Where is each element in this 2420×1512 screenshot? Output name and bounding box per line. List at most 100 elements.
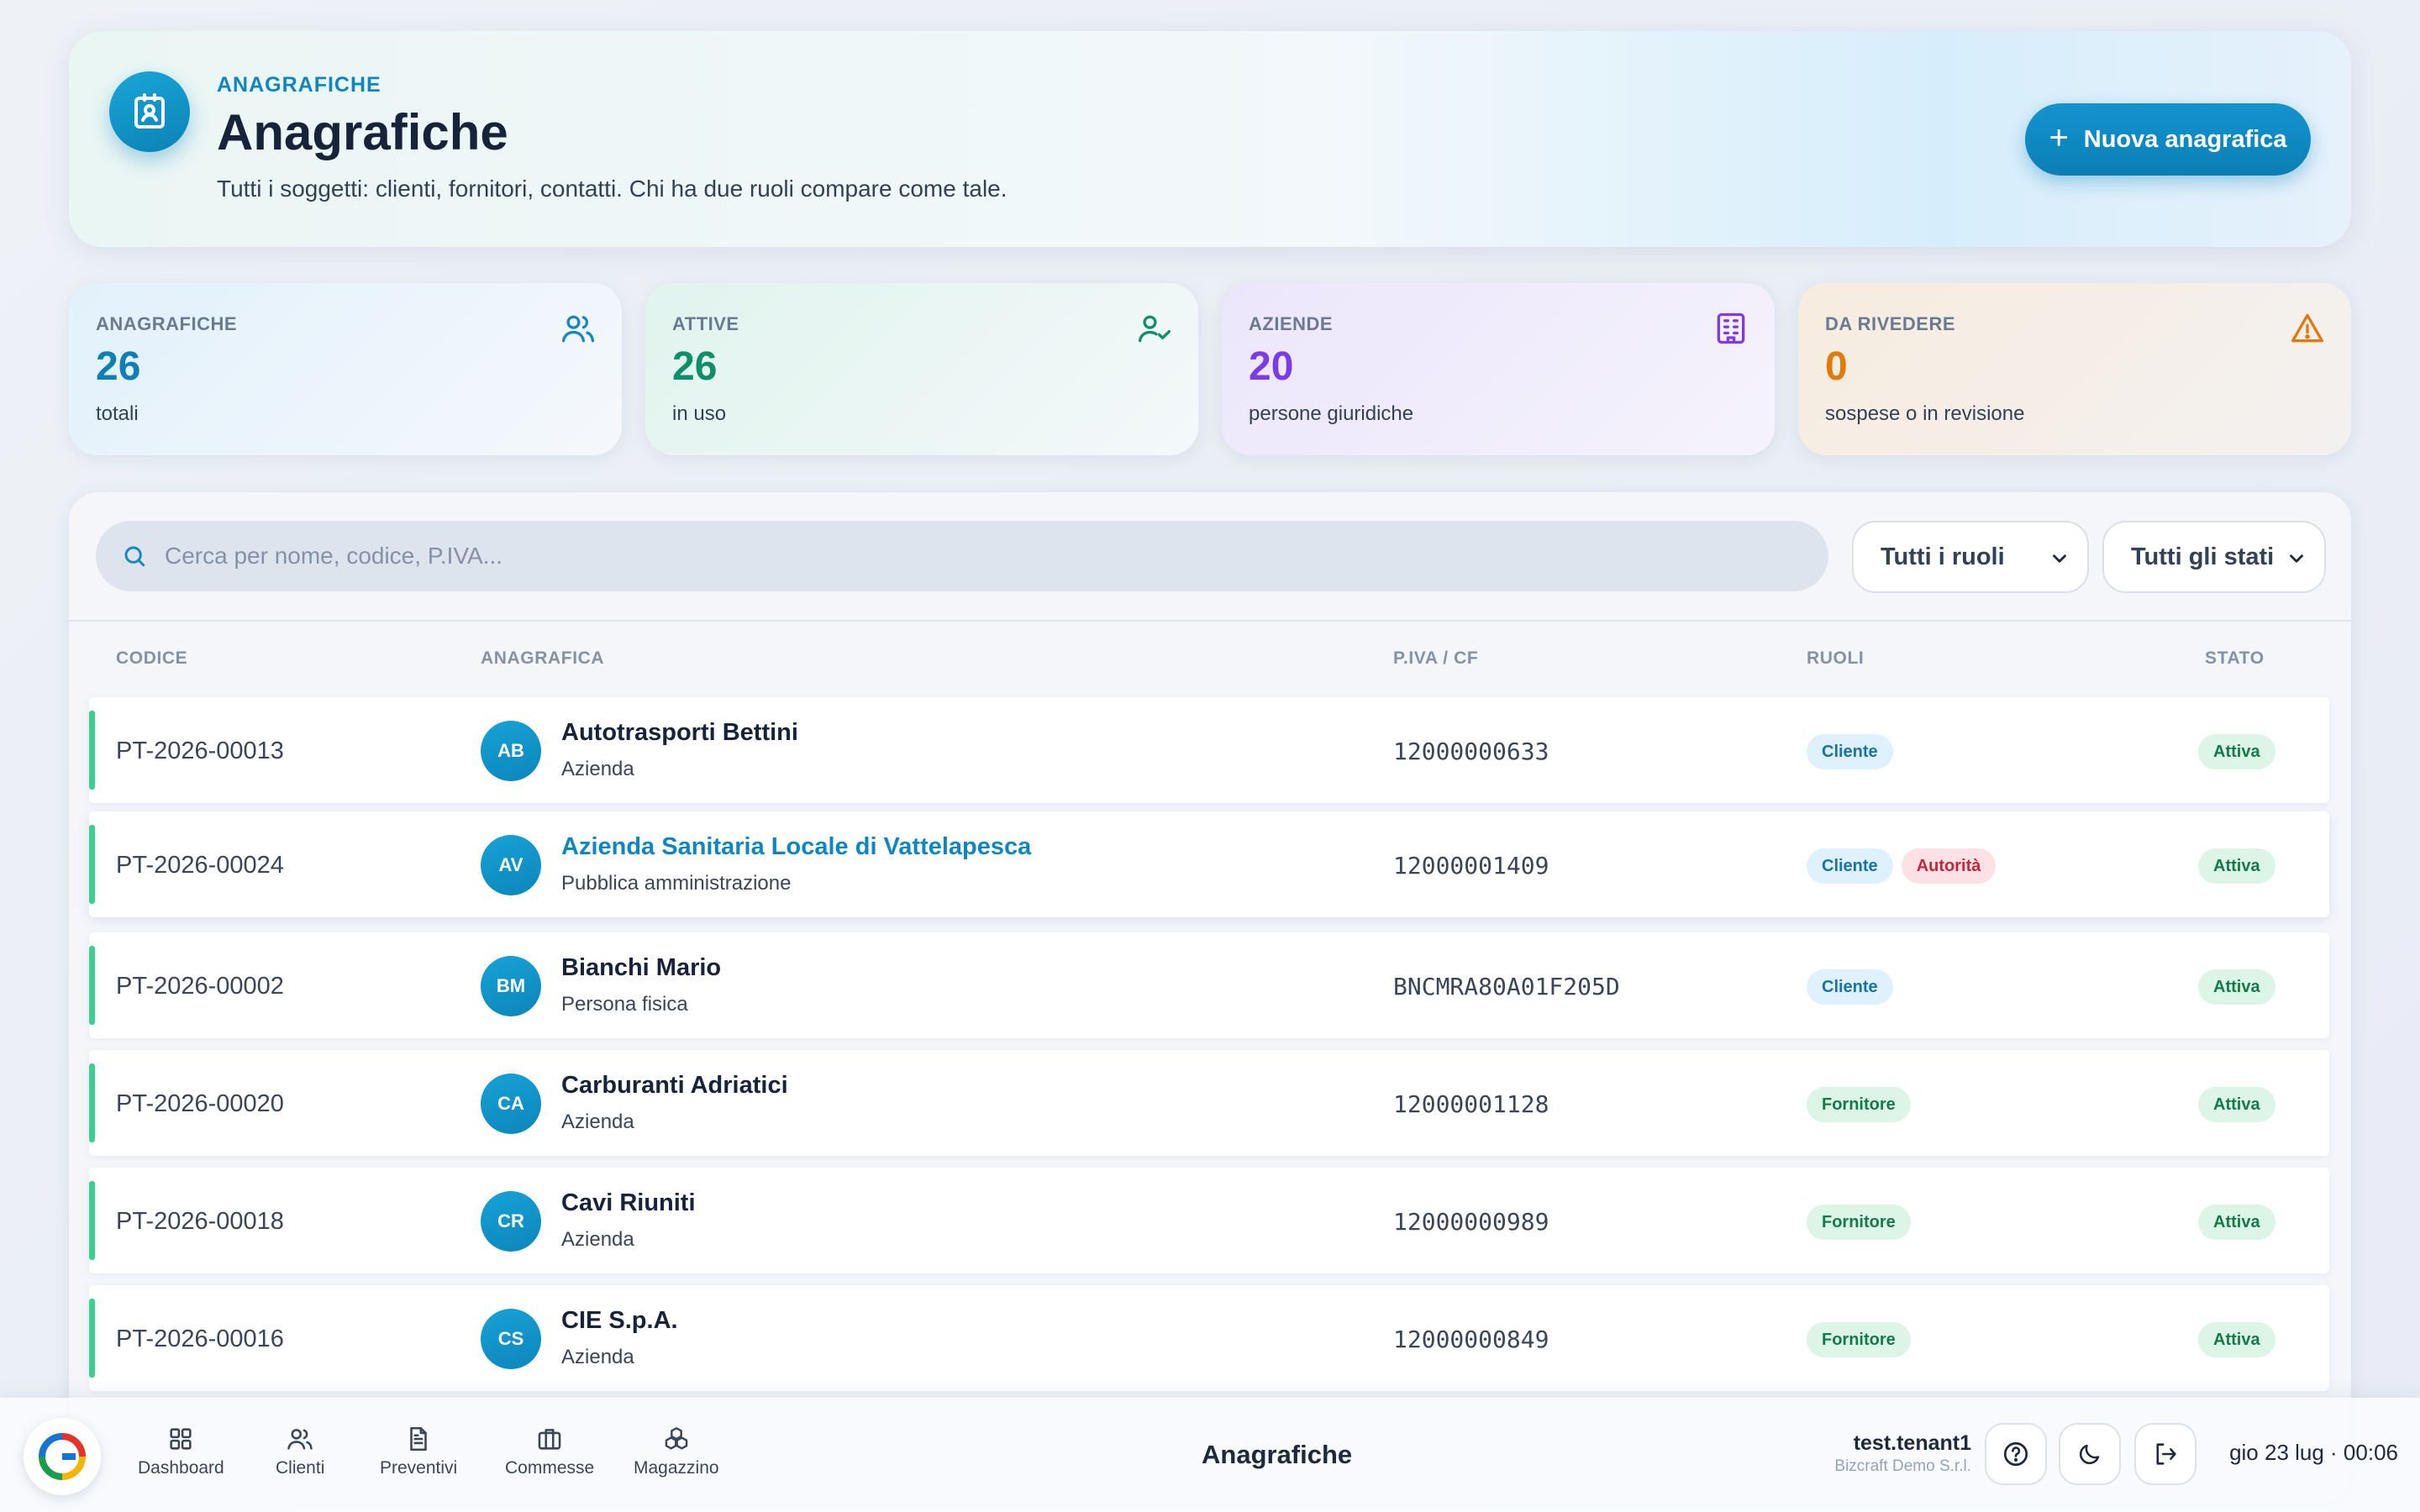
stat-card-da-rivedere: DA RIVEDERE 0 sospese o in revisione xyxy=(1798,283,2351,455)
theme-toggle-button[interactable] xyxy=(2059,1423,2121,1485)
warning-icon xyxy=(2291,313,2324,343)
role-badge: Fornitore xyxy=(1807,1322,1911,1357)
status-filter-select[interactable]: Tutti gli stati xyxy=(2102,521,2326,593)
app-logo[interactable] xyxy=(24,1418,101,1495)
table-row[interactable]: PT-2026-00020 CA Carburanti Adriatici Az… xyxy=(89,1050,2329,1156)
column-header-stato[interactable]: STATO xyxy=(2205,648,2265,669)
help-icon xyxy=(2003,1441,2028,1467)
status-badge: Attiva xyxy=(2198,734,2275,769)
logout-icon xyxy=(2156,1443,2176,1465)
table-row[interactable]: PT-2026-00002 BM Bianchi Mario Persona f… xyxy=(89,932,2329,1038)
row-name[interactable]: Carburanti Adriatici xyxy=(561,1072,788,1100)
column-header-anagrafica[interactable]: ANAGRAFICA xyxy=(481,648,604,669)
status-indicator xyxy=(89,825,95,904)
chevron-down-icon xyxy=(2290,554,2303,563)
role-badge: Cliente xyxy=(1807,969,1893,1005)
users-icon xyxy=(287,1429,313,1450)
nav-label: Dashboard xyxy=(138,1458,224,1478)
row-piva: BNCMRA80A01F205D xyxy=(1393,973,1620,1000)
avatar: CR xyxy=(481,1191,541,1252)
stat-label: AZIENDE xyxy=(1249,313,1334,334)
status-badge: Attiva xyxy=(2198,848,2275,884)
stat-value: 0 xyxy=(1825,344,1848,389)
building-icon xyxy=(1717,312,1745,344)
role-badge: Cliente xyxy=(1807,848,1893,884)
moon-icon xyxy=(2079,1444,2100,1465)
nav-label: Preventivi xyxy=(380,1458,458,1478)
row-name[interactable]: CIE S.p.A. xyxy=(561,1307,678,1335)
stat-label: DA RIVEDERE xyxy=(1825,313,1956,334)
row-type: Azienda xyxy=(561,758,634,780)
contact-card-icon xyxy=(109,71,190,152)
row-name[interactable]: Azienda Sanitaria Locale di Vattelapesca xyxy=(561,833,1031,861)
stat-card-attive: ATTIVE 26 in uso xyxy=(645,283,1198,455)
row-type: Pubblica amministrazione xyxy=(561,872,792,895)
avatar: BM xyxy=(481,956,541,1016)
role-badge: Fornitore xyxy=(1807,1205,1911,1240)
status-indicator xyxy=(89,1063,95,1142)
row-name[interactable]: Cavi Riuniti xyxy=(561,1189,696,1217)
new-anagrafica-button[interactable]: + Nuova anagrafica xyxy=(2025,103,2311,176)
boxes-icon xyxy=(665,1427,688,1450)
app-logo-icon xyxy=(39,1433,86,1480)
new-anagrafica-label: Nuova anagrafica xyxy=(2083,125,2287,153)
document-icon xyxy=(410,1426,427,1452)
status-badge: Attiva xyxy=(2198,1322,2275,1357)
status-badge: Attiva xyxy=(2198,1205,2275,1240)
nav-commesse[interactable]: Commesse xyxy=(505,1425,594,1478)
row-code: PT-2026-00018 xyxy=(116,1208,284,1235)
briefcase-icon xyxy=(538,1429,561,1450)
search-bar[interactable] xyxy=(96,521,1828,591)
user-check-icon xyxy=(1138,315,1171,343)
table-row[interactable]: PT-2026-00024 AV Azienda Sanitaria Local… xyxy=(89,811,2329,917)
table-row[interactable]: PT-2026-00013 AB Autotrasporti Bettini A… xyxy=(89,697,2329,803)
status-badge: Attiva xyxy=(2198,1087,2275,1122)
row-name[interactable]: Bianchi Mario xyxy=(561,954,721,982)
row-code: PT-2026-00020 xyxy=(116,1090,284,1117)
page-title: Anagrafiche xyxy=(217,104,508,160)
stat-value: 20 xyxy=(1249,344,1294,389)
nav-label: Commesse xyxy=(505,1458,595,1478)
table-row[interactable]: PT-2026-00018 CR Cavi Riuniti Azienda 12… xyxy=(89,1168,2329,1273)
row-code: PT-2026-00002 xyxy=(116,973,284,1000)
row-type: Azienda xyxy=(561,1228,634,1251)
nav-magazzino[interactable]: Magazzino xyxy=(634,1425,719,1478)
chevron-down-icon xyxy=(2053,554,2066,563)
datetime: gio 23 lug · 00:06 xyxy=(2229,1440,2398,1465)
search-input[interactable] xyxy=(165,543,1761,570)
row-name[interactable]: Autotrasporti Bettini xyxy=(561,719,798,747)
plus-icon: + xyxy=(2049,119,2069,156)
stat-label: ATTIVE xyxy=(672,313,739,334)
stat-card-aziende: AZIENDE 20 persone giuridiche xyxy=(1222,283,1775,455)
row-code: PT-2026-00013 xyxy=(116,738,284,764)
row-code: PT-2026-00024 xyxy=(116,852,284,879)
user-info[interactable]: test.tenant1 Bizcraft Demo S.r.l. xyxy=(1834,1431,1971,1476)
column-header-ruoli[interactable]: RUOLI xyxy=(1807,648,1864,669)
nav-dashboard[interactable]: Dashboard xyxy=(138,1425,224,1478)
bottom-navigation-bar: Dashboard Clienti Preventivi Commesse Ma… xyxy=(0,1398,2420,1512)
nav-clienti[interactable]: Clienti xyxy=(276,1425,324,1478)
status-indicator xyxy=(89,711,95,790)
dashboard-icon xyxy=(170,1428,192,1450)
stat-caption: totali xyxy=(96,402,139,425)
column-header-piva[interactable]: P.IVA / CF xyxy=(1393,648,1478,669)
logout-button[interactable] xyxy=(2134,1423,2196,1485)
row-code: PT-2026-00016 xyxy=(116,1326,284,1352)
row-type: Azienda xyxy=(561,1110,634,1133)
row-piva: 12000001409 xyxy=(1393,852,1549,879)
anagrafiche-table-card: Tutti i ruoli Tutti gli stati CODICE ANA… xyxy=(69,492,2351,1500)
row-piva: 12000000989 xyxy=(1393,1208,1549,1236)
nav-preventivi[interactable]: Preventivi xyxy=(380,1425,457,1478)
search-icon xyxy=(124,546,145,567)
stat-caption: sospese o in revisione xyxy=(1825,402,2025,425)
nav-label: Clienti xyxy=(276,1458,325,1478)
role-badge: Autorità xyxy=(1901,848,1996,884)
status-filter-value: Tutti gli stati xyxy=(2131,543,2275,570)
divider xyxy=(69,620,2351,622)
nav-label: Magazzino xyxy=(634,1458,719,1478)
help-button[interactable] xyxy=(1985,1423,2047,1485)
column-header-codice[interactable]: CODICE xyxy=(116,648,187,669)
roles-filter-select[interactable]: Tutti i ruoli xyxy=(1852,521,2089,593)
stat-value: 26 xyxy=(96,344,141,389)
users-icon xyxy=(561,315,595,343)
